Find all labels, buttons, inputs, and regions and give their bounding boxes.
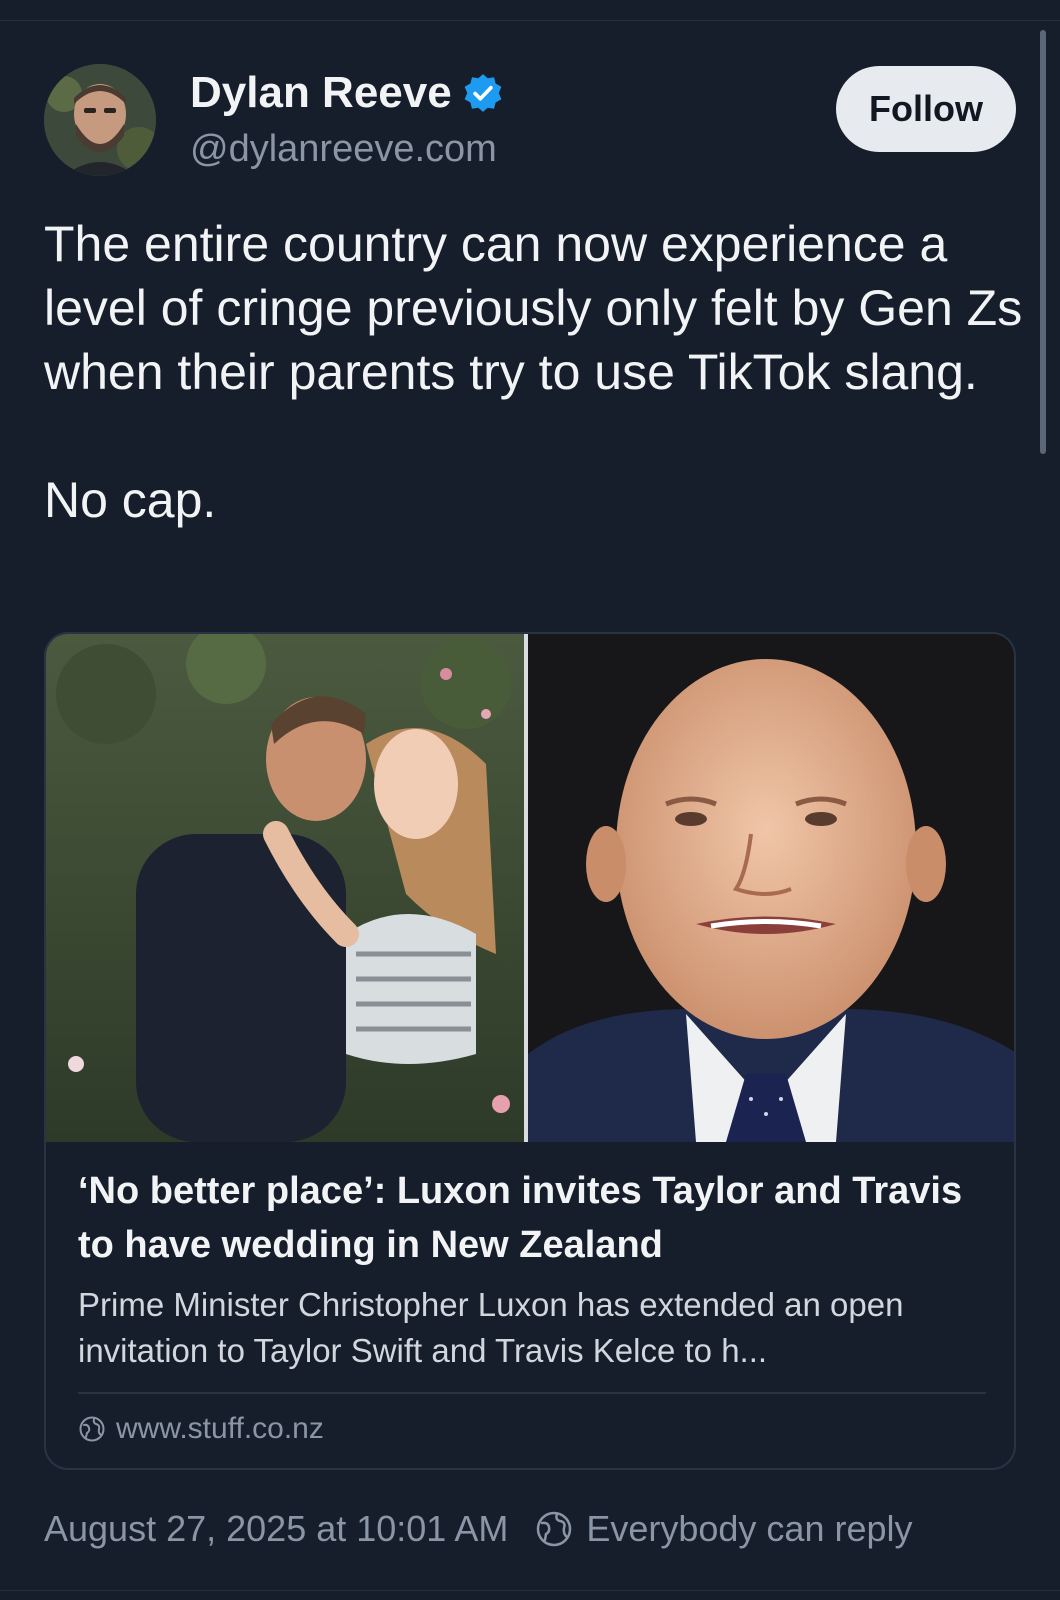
post-paragraph: The entire country can now experience a … bbox=[44, 216, 1023, 400]
globe-icon bbox=[79, 1416, 105, 1442]
link-card-body[interactable]: ‘No better place’: Luxon invites Taylor … bbox=[78, 1142, 986, 1446]
post-timestamp[interactable]: August 27, 2025 at 10:01 AM bbox=[44, 1508, 508, 1550]
reply-setting[interactable]: Everybody can reply bbox=[534, 1508, 913, 1550]
author-handle[interactable]: @dylanreeve.com bbox=[190, 128, 497, 171]
link-card-source[interactable]: www.stuff.co.nz bbox=[78, 1412, 986, 1446]
link-card-source-text[interactable]: www.stuff.co.nz bbox=[116, 1412, 324, 1446]
link-preview-image[interactable] bbox=[46, 634, 1016, 1142]
link-card-description: Prime Minister Christopher Luxon has ext… bbox=[78, 1286, 904, 1369]
display-name-text[interactable]: Dylan Reeve bbox=[190, 68, 452, 118]
follow-button[interactable]: Follow bbox=[836, 66, 1016, 152]
bottom-divider bbox=[0, 1590, 1060, 1591]
post-text: The entire country can now experience a … bbox=[44, 212, 1024, 532]
post-meta: August 27, 2025 at 10:01 AM Everybody ca… bbox=[44, 1508, 913, 1550]
post-paragraph: No cap. bbox=[44, 472, 217, 528]
scrollbar[interactable] bbox=[1040, 30, 1046, 454]
link-preview-card[interactable]: ‘No better place’: Luxon invites Taylor … bbox=[44, 632, 1016, 1470]
avatar[interactable] bbox=[44, 64, 156, 176]
globe-icon bbox=[537, 1511, 572, 1547]
verified-check-icon bbox=[464, 74, 502, 112]
reply-setting-text[interactable]: Everybody can reply bbox=[586, 1508, 912, 1550]
link-card-title[interactable]: ‘No better place’: Luxon invites Taylor … bbox=[78, 1164, 986, 1272]
top-divider bbox=[0, 20, 1060, 21]
card-divider bbox=[78, 1392, 986, 1394]
display-name[interactable]: Dylan Reeve bbox=[190, 68, 504, 118]
